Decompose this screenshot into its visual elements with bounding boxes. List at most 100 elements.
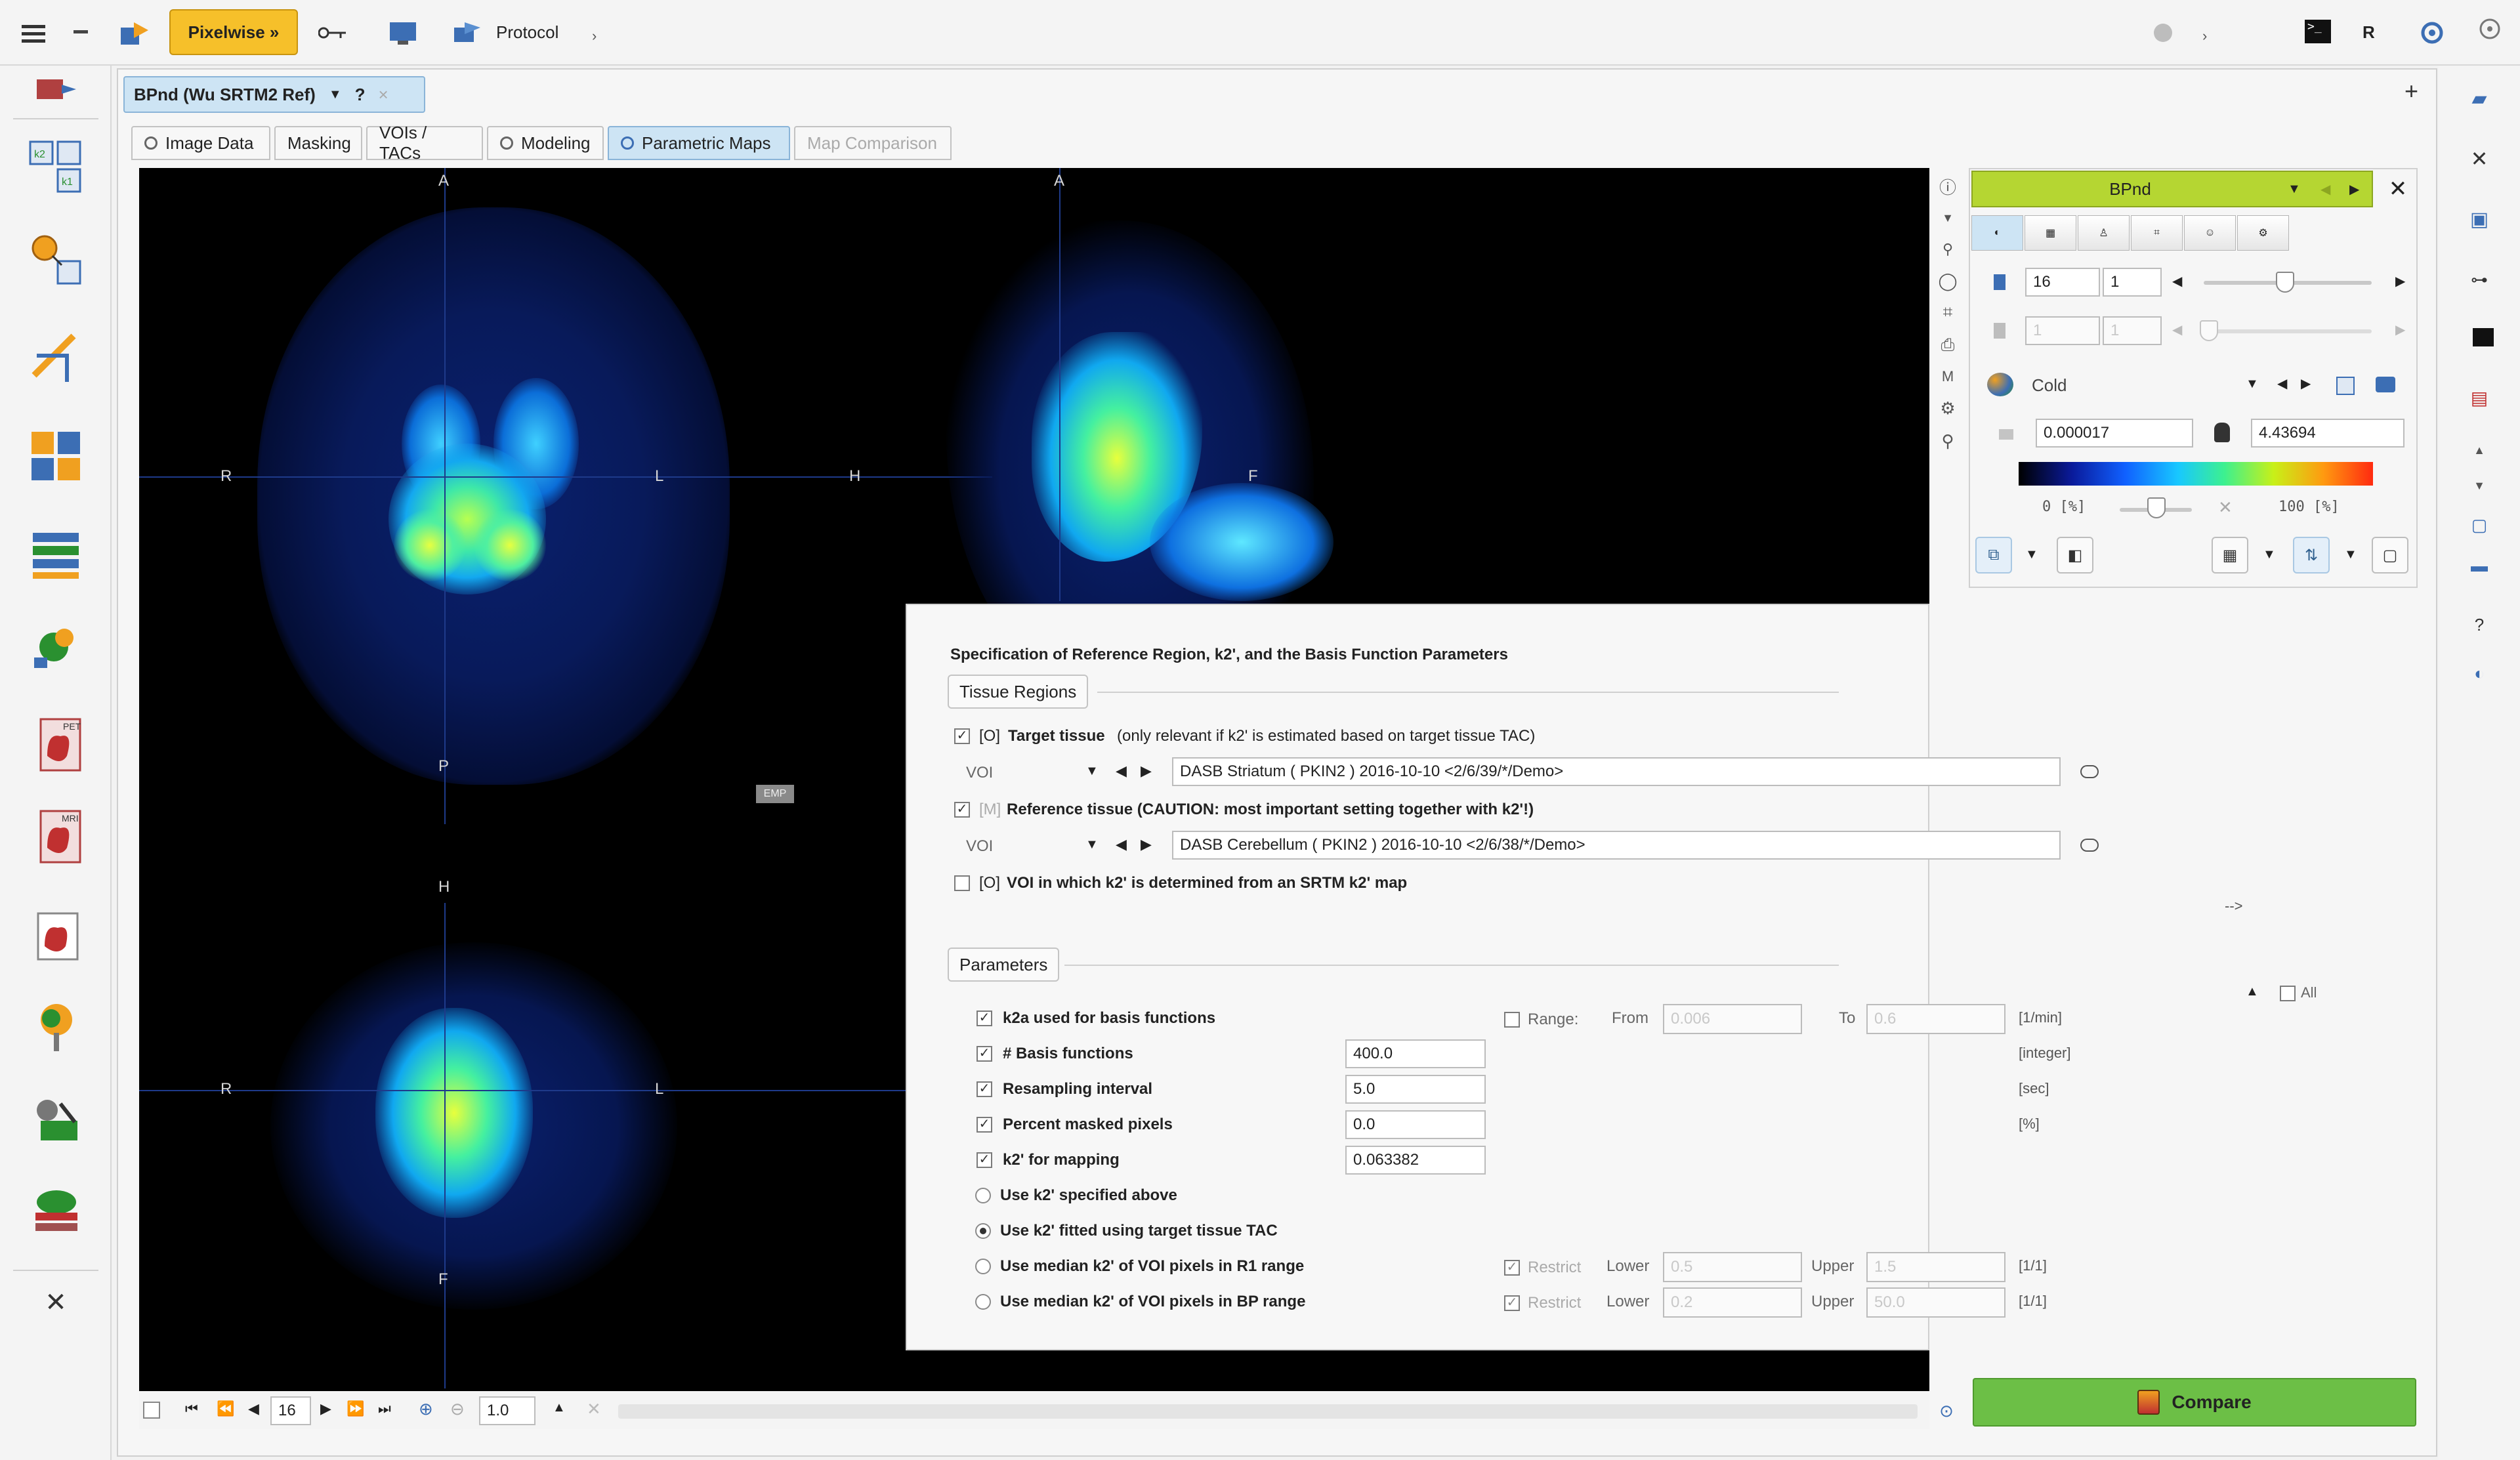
tab-modeling[interactable]: Modeling [487,126,604,160]
collapse-up-icon[interactable]: ▲ [2246,984,2259,999]
overlay-dropdown-icon[interactable]: ▼ [2025,547,2038,562]
slice-next-icon[interactable]: ▶ [2395,273,2405,289]
sidebar-pet-load-icon[interactable] [30,70,83,109]
option-radio-fitted[interactable] [975,1223,991,1239]
param-field-k2-mapping[interactable]: 0.063382 [1345,1146,1486,1175]
protocol-arrow-icon[interactable]: › [592,28,597,45]
zoom-field[interactable]: 1.0 [479,1396,536,1425]
close-panel-icon[interactable]: ✕ [2384,175,2412,203]
k2-voi-checkbox[interactable] [954,875,970,891]
last-slice-icon[interactable]: ⏭ [378,1400,391,1417]
zoom-reset-icon[interactable]: ✕ [587,1399,601,1419]
circle-roi-icon[interactable]: ◯ [1935,268,1961,294]
tab-vois-tacs[interactable]: VOIs / TACs [366,123,483,163]
sidebar-kinetic-modeling-icon[interactable]: k2 k1 [26,138,85,197]
range-slider-thumb[interactable] [2147,497,2166,518]
slice-step-field[interactable]: 1 [2103,268,2162,297]
minimize-icon[interactable] [74,30,88,33]
parameters-button[interactable]: Parameters [948,948,1060,982]
open-folder-icon[interactable]: ▰ [2466,85,2492,112]
palette-icon[interactable] [1987,373,2013,396]
collapse-icon[interactable]: ✕ [2466,146,2492,172]
settings-icon[interactable] [2415,14,2452,51]
sidebar-brain-icon[interactable] [26,997,85,1056]
target-voi-field[interactable]: DASB Striatum ( PKIN2 ) 2016-10-10 <2/6/… [1172,757,2061,786]
param-field-basis[interactable]: 400.0 [1345,1039,1486,1068]
m-icon[interactable]: M [1935,364,1961,390]
from-field[interactable]: 0.006 [1663,1004,1802,1034]
param-checkbox-k2a[interactable]: ✓ [976,1011,992,1026]
panel-tab-person-icon[interactable]: ♙ [2078,215,2130,251]
min-value-field[interactable]: 0.000017 [2036,419,2193,448]
colortable-edit-icon[interactable] [2336,377,2355,395]
bp-restrict-checkbox[interactable]: ✓ [1504,1295,1520,1311]
sidebar-3d-icon[interactable] [26,617,85,676]
zoom-fit-icon[interactable]: ⌗ [1935,299,1961,325]
sidebar-pixelwise-icon[interactable] [26,230,85,289]
panel-tab-contrast-icon[interactable]: ◐ [1971,215,2023,251]
tab-parametric-maps[interactable]: Parametric Maps [608,126,790,160]
reference-tissue-checkbox[interactable]: ✓ [954,802,970,818]
reference-voi-link-icon[interactable] [2080,839,2099,852]
r1-upper-field[interactable]: 1.5 [1866,1252,2006,1282]
param-field-masked[interactable]: 0.0 [1345,1110,1486,1139]
sidebar-database-icon[interactable] [26,525,85,584]
split-view-button[interactable]: ◧ [2057,537,2093,574]
overlay-toggle-button[interactable]: ⧉ [1975,537,2012,574]
slice-prev-icon[interactable]: ◀ [2172,273,2182,289]
param-checkbox-masked[interactable]: ✓ [976,1117,992,1133]
map-selector-prev-icon[interactable]: ◀ [2320,181,2330,198]
orientation-dropdown-icon[interactable]: ▼ [2344,547,2357,562]
protocol-label[interactable]: Protocol [496,22,558,43]
outline-button[interactable]: ▢ [2372,537,2408,574]
slice-number-field[interactable]: 16 [270,1396,311,1425]
colortable-label[interactable]: Cold [2032,375,2067,396]
option-radio-bp-range[interactable] [975,1294,991,1310]
bp-lower-field[interactable]: 0.2 [1663,1287,1802,1318]
target-voi-dropdown-icon[interactable]: ▼ [1085,764,1099,779]
param-checkbox-resampling[interactable]: ✓ [976,1081,992,1097]
console-icon[interactable]: >_ [2305,20,2331,43]
reference-voi-next-icon[interactable]: ▶ [1141,836,1152,853]
vehicle-icon[interactable]: ▬ [2466,553,2492,579]
compare-button[interactable]: Compare [1973,1378,2416,1427]
target-tissue-checkbox[interactable]: ✓ [954,728,970,744]
orientation-button[interactable]: ⇅ [2293,537,2330,574]
panel-tab-layout-icon[interactable]: ▦ [2025,215,2076,251]
viewer-corner-icon[interactable]: ⊙ [1933,1398,1960,1424]
panel-tab-chart-icon[interactable]: ⌗ [2131,215,2183,251]
grid-layout-button[interactable]: ▦ [2212,537,2248,574]
load-data-icon[interactable] [117,14,154,51]
window-icon[interactable]: ▢ [2466,512,2492,538]
sidebar-pet-cardiac-icon[interactable]: PET [26,715,85,774]
range-reset-icon[interactable]: ✕ [2218,497,2233,518]
prev-slice-icon[interactable]: ◀ [248,1400,259,1417]
panel-tab-settings-icon[interactable]: ⚙ [2237,215,2289,251]
sidebar-cardiac-icon[interactable] [26,906,85,965]
info-icon[interactable]: ⓘ [1935,173,1961,199]
target-voi-prev-icon[interactable]: ◀ [1116,762,1127,780]
window-tab-dropdown-icon[interactable]: ▼ [329,87,342,102]
fast-forward-icon[interactable]: ⏩ [346,1400,364,1417]
sidebar-analysis-icon[interactable] [26,1089,85,1148]
max-lock-icon[interactable] [2214,423,2230,442]
option-radio-r1-range[interactable] [975,1259,991,1274]
option-radio-specified[interactable] [975,1188,991,1203]
save-icon[interactable]: ▣ [2466,206,2492,232]
terminal-icon[interactable] [2473,328,2494,346]
horizontal-scrollbar[interactable] [618,1404,1918,1419]
sidebar-close-icon[interactable]: ✕ [39,1286,72,1319]
sidebar-tools-icon[interactable] [26,328,85,387]
slice-slider-thumb[interactable] [2276,272,2294,293]
hamburger-menu-icon[interactable] [17,17,50,50]
all-checkbox[interactable] [2280,986,2296,1001]
fast-back-icon[interactable]: ⏪ [217,1400,234,1417]
map-selector-dropdown-icon[interactable]: ▼ [2288,182,2301,197]
slice-field[interactable]: 16 [2025,268,2100,297]
zoom-out-icon[interactable]: ⊖ [450,1399,465,1419]
reference-voi-prev-icon[interactable]: ◀ [1116,836,1127,853]
grid-dropdown-icon[interactable]: ▼ [2263,547,2276,562]
tab-image-data[interactable]: Image Data [131,126,270,160]
first-slice-icon[interactable]: ⏮ [185,1400,198,1417]
new-window-plus-icon[interactable]: + [2404,77,2418,105]
